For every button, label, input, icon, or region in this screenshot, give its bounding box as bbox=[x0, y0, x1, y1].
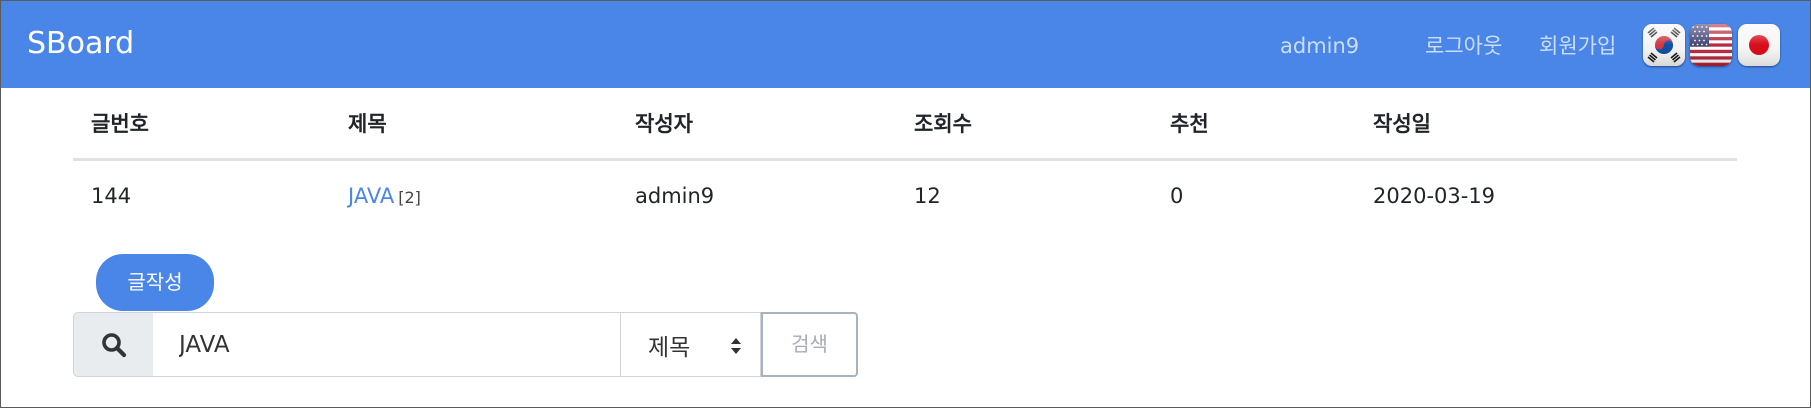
header-post-number: 글번호 bbox=[73, 89, 330, 161]
cell-views: 12 bbox=[914, 184, 941, 209]
search-field-select[interactable]: 제목 bbox=[620, 312, 761, 377]
header-title: 제목 bbox=[330, 89, 617, 161]
reply-count-badge: [2] bbox=[398, 188, 421, 208]
cell-date: 2020-03-19 bbox=[1373, 184, 1496, 209]
korean-flag-icon[interactable] bbox=[1643, 24, 1685, 66]
header-views: 조회수 bbox=[896, 89, 1152, 161]
cell-title: JAVA [2] bbox=[330, 159, 617, 232]
table-row: 144 JAVA [2] admin9 12 0 2020-03-19 bbox=[73, 159, 1737, 232]
header-recommend: 추천 bbox=[1152, 89, 1355, 161]
user-name-link[interactable]: admin9 bbox=[1280, 33, 1359, 59]
usa-flag-icon[interactable] bbox=[1690, 24, 1732, 66]
signup-link[interactable]: 회원가입 bbox=[1539, 33, 1616, 59]
board-table: 글번호 제목 작성자 조회수 추천 작성일 144 JAVA [2] admin9… bbox=[73, 89, 1737, 232]
post-title-link[interactable]: JAVA bbox=[348, 184, 394, 208]
japan-flag-icon[interactable] bbox=[1738, 24, 1780, 66]
header-date: 작성일 bbox=[1355, 89, 1737, 161]
header-writer: 작성자 bbox=[617, 89, 896, 161]
select-arrows-icon bbox=[731, 338, 741, 354]
search-input[interactable] bbox=[153, 312, 621, 377]
top-navbar: SBoard admin9 로그아웃 회원가입 bbox=[1, 1, 1810, 88]
write-post-button[interactable]: 글작성 bbox=[96, 254, 214, 311]
cell-post-number: 144 bbox=[91, 184, 132, 209]
table-header-row: 글번호 제목 작성자 조회수 추천 작성일 bbox=[73, 89, 1737, 161]
search-icon bbox=[73, 312, 154, 377]
brand-logo[interactable]: SBoard bbox=[27, 27, 134, 61]
cell-recommend: 0 bbox=[1170, 184, 1184, 209]
cell-writer: admin9 bbox=[635, 184, 715, 209]
search-bar: 제목 검색 bbox=[73, 312, 858, 377]
search-button[interactable]: 검색 bbox=[761, 312, 858, 377]
search-field-selected: 제목 bbox=[648, 334, 691, 361]
logout-link[interactable]: 로그아웃 bbox=[1425, 33, 1502, 59]
